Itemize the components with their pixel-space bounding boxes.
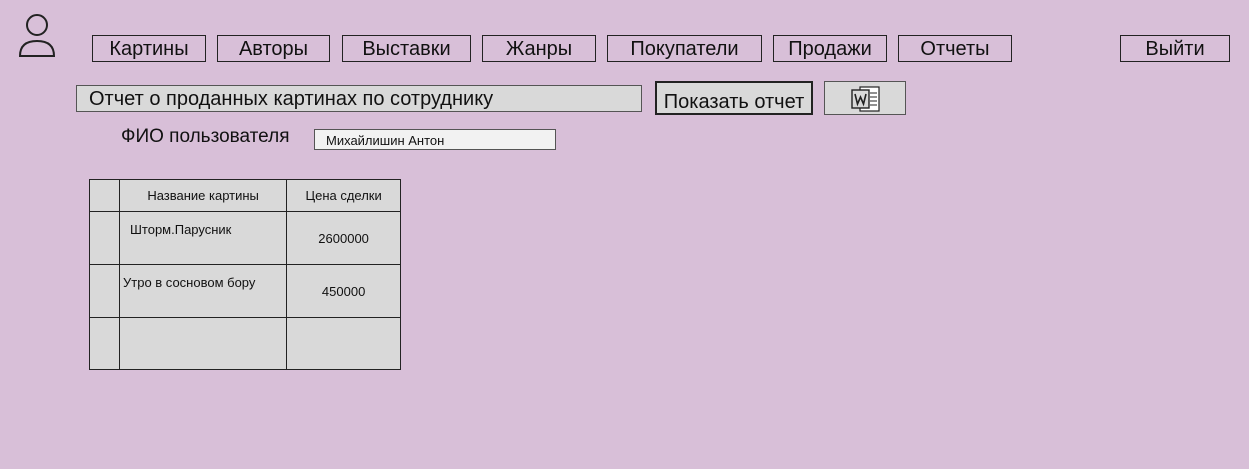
column-header-price: Цена сделки [286, 179, 401, 212]
sales-table: Название картины Цена сделки Шторм.Парус… [89, 179, 401, 370]
row-selector[interactable] [89, 211, 120, 265]
word-export-icon [851, 86, 881, 117]
export-word-button[interactable] [824, 81, 906, 115]
user-name-label: ФИО пользователя [121, 126, 290, 147]
row-selector-header [89, 179, 120, 212]
user-icon [18, 12, 56, 58]
cell-price: 2600000 [286, 211, 401, 265]
report-type-select[interactable]: Отчет о проданных картинах по сотруднику [76, 85, 642, 112]
row-selector[interactable] [89, 264, 120, 318]
nav-item-genres[interactable]: Жанры [482, 35, 596, 62]
cell-title: Утро в сосновом бору [118, 264, 288, 318]
table-row[interactable]: Утро в сосновом бору 450000 [89, 264, 401, 318]
table-header-row: Название картины Цена сделки [89, 179, 401, 212]
cell-title: Шторм.Парусник [118, 211, 288, 265]
nav-item-paintings[interactable]: Картины [92, 35, 206, 62]
logout-button[interactable]: Выйти [1120, 35, 1230, 62]
table-row[interactable]: Шторм.Парусник 2600000 [89, 211, 401, 265]
table-row[interactable] [89, 317, 401, 370]
row-selector[interactable] [89, 317, 120, 370]
nav-item-exhibitions[interactable]: Выставки [342, 35, 471, 62]
cell-price [286, 317, 401, 370]
nav-item-sales[interactable]: Продажи [773, 35, 887, 62]
column-header-title: Название картины [118, 179, 288, 212]
cell-title [118, 317, 288, 370]
user-name-field[interactable]: Михайлишин Антон [314, 129, 556, 150]
nav-item-buyers[interactable]: Покупатели [607, 35, 762, 62]
nav-item-reports[interactable]: Отчеты [898, 35, 1012, 62]
show-report-button[interactable]: Показать отчет [655, 81, 813, 115]
nav-item-authors[interactable]: Авторы [217, 35, 330, 62]
cell-price: 450000 [286, 264, 401, 318]
